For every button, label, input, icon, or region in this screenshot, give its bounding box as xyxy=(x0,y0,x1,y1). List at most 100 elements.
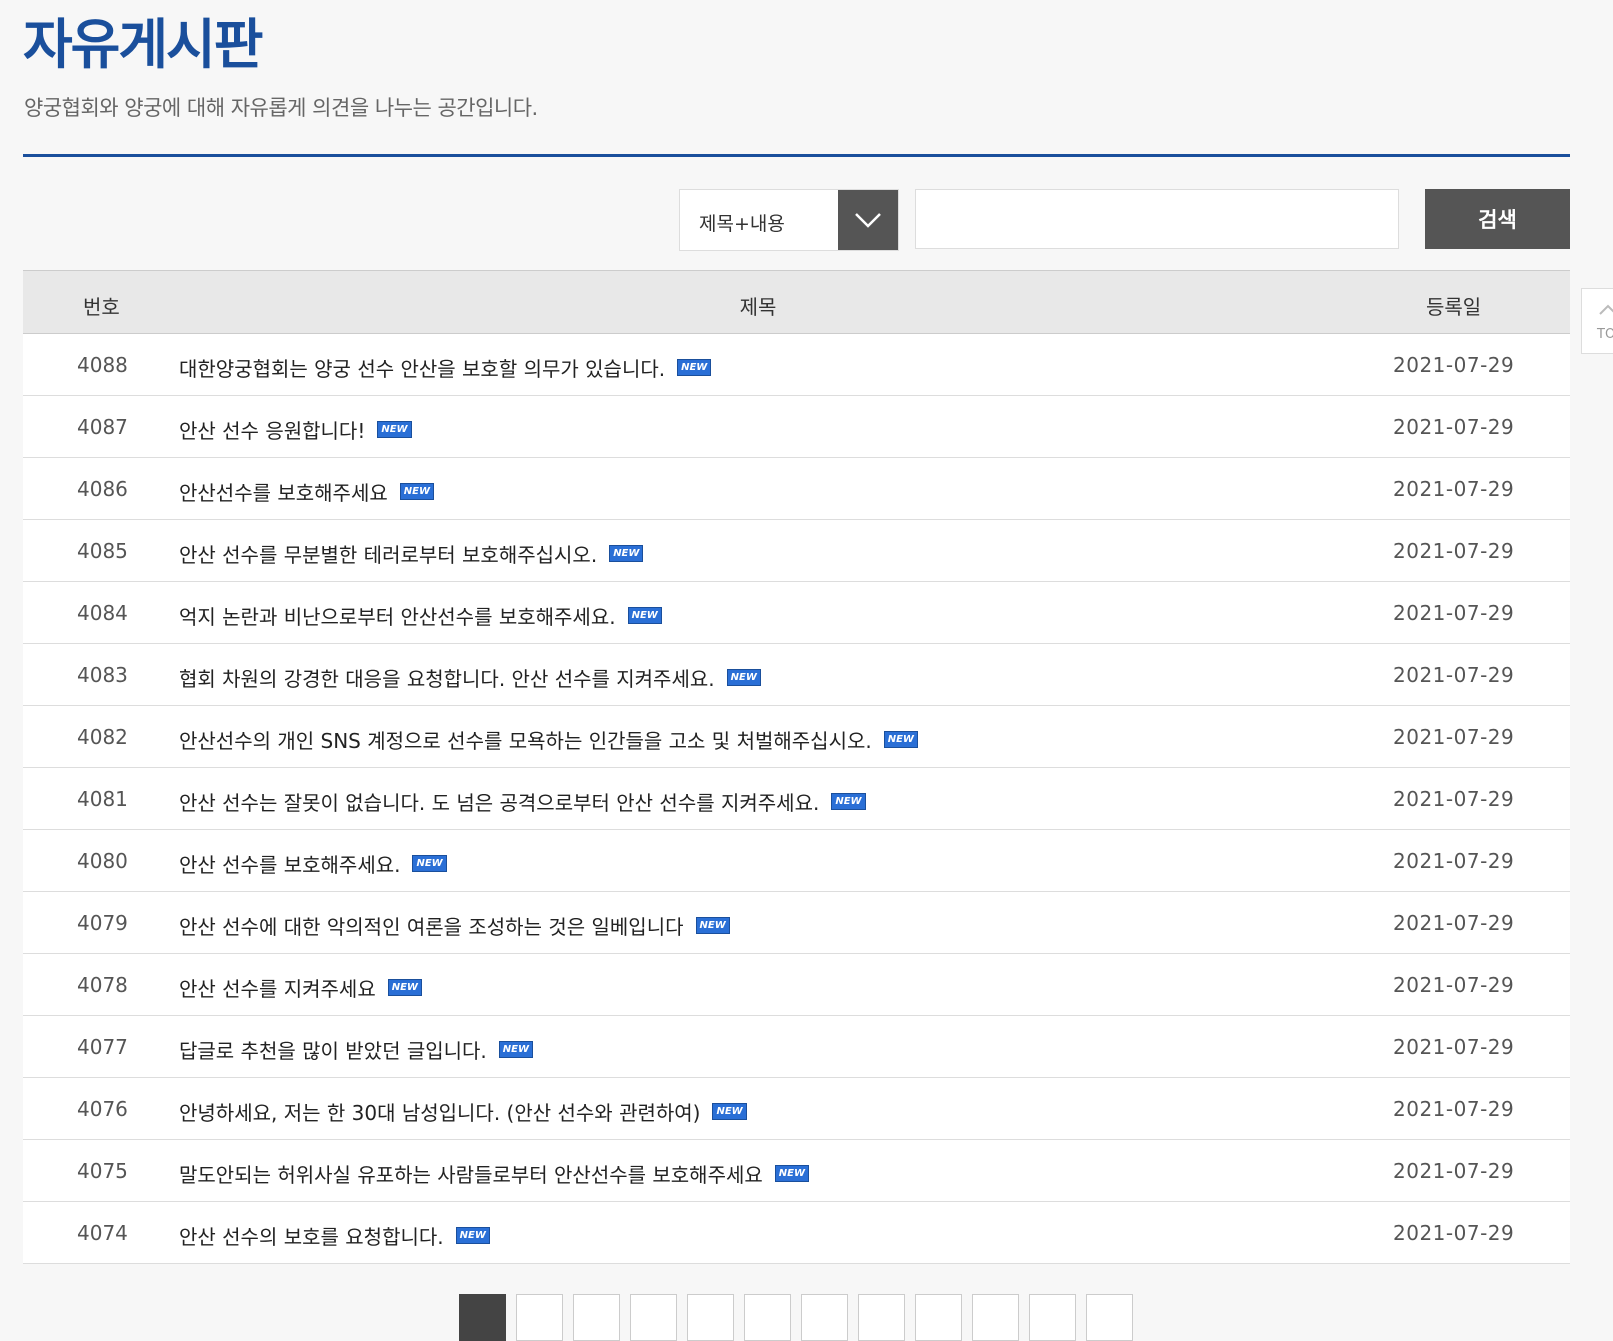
table-row[interactable]: 4083 협회 차원의 강경한 대응을 요청합니다. 안산 선수를 지켜주세요. N… xyxy=(23,644,1570,706)
row-date: 2021-07-29 xyxy=(1393,1035,1515,1059)
search-type-value: 제목+내용 xyxy=(699,213,785,235)
new-badge: NEW xyxy=(498,1041,534,1058)
row-date: 2021-07-29 xyxy=(1393,353,1515,377)
page-button[interactable] xyxy=(630,1294,677,1341)
row-number: 4084 xyxy=(77,601,128,625)
row-title-link[interactable]: 안산 선수를 지켜주세요 NEW xyxy=(179,973,422,1002)
row-title-text: 안산선수를 보호해주세요 xyxy=(179,481,388,505)
table-row[interactable]: 4077 답글로 추천을 많이 받았던 글입니다. NEW 2021-07-29 xyxy=(23,1016,1570,1078)
row-title-link[interactable]: 안산 선수는 잘못이 없습니다. 도 넘은 공격으로부터 안산 선수를 지켜주세… xyxy=(179,787,866,816)
page-button[interactable] xyxy=(915,1294,962,1341)
row-number: 4080 xyxy=(77,849,128,873)
new-badge: NEW xyxy=(883,731,918,748)
row-title-link[interactable]: 안산선수를 보호해주세요 NEW xyxy=(179,477,434,506)
row-number: 4083 xyxy=(77,663,128,687)
table-row[interactable]: 4085 안산 선수를 무분별한 테러로부터 보호해주십시오. NEW 2021-07… xyxy=(23,520,1570,582)
table-row[interactable]: 4078 안산 선수를 지켜주세요 NEW 2021-07-29 xyxy=(23,954,1570,1016)
table-row[interactable]: 4074 안산 선수의 보호를 요청합니다. NEW 2021-07-29 xyxy=(23,1202,1570,1264)
board-table: 번호 제목 등록일 4088 대한양궁협회는 양궁 선수 안산을 보호할 의무가 … xyxy=(23,270,1570,1264)
row-title-text: 안산 선수를 무분별한 테러로부터 보호해주십시오. xyxy=(179,543,598,567)
row-title-text: 억지 논란과 비난으로부터 안산선수를 보호해주세요. xyxy=(179,605,616,629)
row-title-text: 협회 차원의 강경한 대응을 요청합니다. 안산 선수를 지켜주세요. xyxy=(179,667,715,691)
chevron-up-icon xyxy=(1598,301,1613,320)
table-row[interactable]: 4087 안산 선수 응원합니다! NEW 2021-07-29 xyxy=(23,396,1570,458)
new-badge: NEW xyxy=(726,669,761,686)
page-button[interactable] xyxy=(972,1294,1019,1341)
row-title-link[interactable]: 안산 선수의 보호를 요청합니다. NEW xyxy=(179,1221,490,1250)
row-title-link[interactable]: 안녕하세요, 저는 한 30대 남성입니다. (안산 선수와 관련하여) NEW xyxy=(179,1097,747,1126)
page-button[interactable] xyxy=(687,1294,734,1341)
table-row[interactable]: 4086 안산선수를 보호해주세요 NEW 2021-07-29 xyxy=(23,458,1570,520)
row-number: 4086 xyxy=(77,477,128,501)
row-number: 4079 xyxy=(77,911,128,935)
search-input[interactable] xyxy=(915,189,1399,249)
page-button[interactable] xyxy=(1086,1294,1133,1341)
row-title-link[interactable]: 협회 차원의 강경한 대응을 요청합니다. 안산 선수를 지켜주세요. NEW xyxy=(179,663,761,692)
row-title-link[interactable]: 답글로 추천을 많이 받았던 글입니다. NEW xyxy=(179,1035,534,1064)
row-title-text: 안산 선수 응원합니다! xyxy=(179,419,366,443)
chevron-down-icon[interactable] xyxy=(838,190,898,250)
row-title-link[interactable]: 말도안되는 허위사실 유포하는 사람들로부터 안산선수를 보호해주세요 NEW xyxy=(179,1159,810,1188)
page-button[interactable] xyxy=(459,1294,506,1341)
row-number: 4075 xyxy=(77,1159,128,1183)
row-date: 2021-07-29 xyxy=(1393,1221,1515,1245)
table-row[interactable]: 4082 안산선수의 개인 SNS 계정으로 선수를 모욕하는 인간들을 고소 및… xyxy=(23,706,1570,768)
row-title-text: 답글로 추천을 많이 받았던 글입니다. xyxy=(179,1039,487,1063)
table-row[interactable]: 4076 안녕하세요, 저는 한 30대 남성입니다. (안산 선수와 관련하여)… xyxy=(23,1078,1570,1140)
new-badge: NEW xyxy=(609,545,644,562)
row-date: 2021-07-29 xyxy=(1393,1159,1515,1183)
row-title-text: 안산 선수를 보호해주세요. xyxy=(179,853,401,877)
row-title-text: 안산선수의 개인 SNS 계정으로 선수를 모욕하는 인간들을 고소 및 처벌해… xyxy=(179,729,872,753)
row-date: 2021-07-29 xyxy=(1393,415,1515,439)
row-number: 4078 xyxy=(77,973,128,997)
row-title-link[interactable]: 억지 논란과 비난으로부터 안산선수를 보호해주세요. NEW xyxy=(179,601,662,630)
new-badge: NEW xyxy=(387,979,422,996)
page-button[interactable] xyxy=(744,1294,791,1341)
table-header: 번호 제목 등록일 xyxy=(23,270,1570,334)
row-title-link[interactable]: 안산 선수 응원합니다! NEW xyxy=(179,415,412,444)
table-row[interactable]: 4079 안산 선수에 대한 악의적인 여론을 조성하는 것은 일베입니다 NEW 2… xyxy=(23,892,1570,954)
row-date: 2021-07-29 xyxy=(1393,601,1515,625)
table-row[interactable]: 4088 대한양궁협회는 양궁 선수 안산을 보호할 의무가 있습니다. NEW 20… xyxy=(23,334,1570,396)
new-badge: NEW xyxy=(677,359,712,376)
row-date: 2021-07-29 xyxy=(1393,663,1515,687)
new-badge: NEW xyxy=(455,1227,490,1244)
scroll-to-top-button[interactable]: TO xyxy=(1581,288,1613,354)
row-title-link[interactable]: 안산 선수를 보호해주세요. NEW xyxy=(179,849,447,878)
row-title-link[interactable]: 대한양궁협회는 양궁 선수 안산을 보호할 의무가 있습니다. NEW xyxy=(179,353,712,382)
page-button[interactable] xyxy=(1029,1294,1076,1341)
search-type-select[interactable]: 제목+내용 xyxy=(679,189,899,251)
row-date: 2021-07-29 xyxy=(1393,477,1515,501)
row-date: 2021-07-29 xyxy=(1393,539,1515,563)
row-title-text: 대한양궁협회는 양궁 선수 안산을 보호할 의무가 있습니다. xyxy=(179,357,666,381)
row-title-link[interactable]: 안산선수의 개인 SNS 계정으로 선수를 모욕하는 인간들을 고소 및 처벌해… xyxy=(179,725,918,754)
page-button[interactable] xyxy=(801,1294,848,1341)
table-row[interactable]: 4081 안산 선수는 잘못이 없습니다. 도 넘은 공격으로부터 안산 선수를 … xyxy=(23,768,1570,830)
row-number: 4082 xyxy=(77,725,128,749)
table-row[interactable]: 4084 억지 논란과 비난으로부터 안산선수를 보호해주세요. NEW 2021-0… xyxy=(23,582,1570,644)
row-title-text: 안산 선수를 지켜주세요 xyxy=(179,977,376,1001)
row-title-link[interactable]: 안산 선수를 무분별한 테러로부터 보호해주십시오. NEW xyxy=(179,539,644,568)
page-description: 양궁협회와 양궁에 대해 자유롭게 의견을 나누는 공간입니다. xyxy=(24,96,538,120)
row-date: 2021-07-29 xyxy=(1393,911,1515,935)
new-badge: NEW xyxy=(695,917,730,934)
row-title-link[interactable]: 안산 선수에 대한 악의적인 여론을 조성하는 것은 일베입니다 NEW xyxy=(179,911,730,940)
new-badge: NEW xyxy=(712,1103,747,1120)
row-title-text: 말도안되는 허위사실 유포하는 사람들로부터 안산선수를 보호해주세요 xyxy=(179,1163,763,1187)
column-header-title: 제목 xyxy=(739,295,777,319)
page-button[interactable] xyxy=(516,1294,563,1341)
table-row[interactable]: 4080 안산 선수를 보호해주세요. NEW 2021-07-29 xyxy=(23,830,1570,892)
page-button[interactable] xyxy=(858,1294,905,1341)
page-button[interactable] xyxy=(573,1294,620,1341)
search-button[interactable]: 검색 xyxy=(1425,189,1570,249)
row-number: 4081 xyxy=(77,787,128,811)
new-badge: NEW xyxy=(412,855,447,872)
row-title-text: 안산 선수는 잘못이 없습니다. 도 넘은 공격으로부터 안산 선수를 지켜주세… xyxy=(179,791,820,815)
new-badge: NEW xyxy=(774,1165,810,1182)
row-number: 4085 xyxy=(77,539,128,563)
table-row[interactable]: 4075 말도안되는 허위사실 유포하는 사람들로부터 안산선수를 보호해주세요 N… xyxy=(23,1140,1570,1202)
title-divider xyxy=(23,154,1570,157)
column-header-date: 등록일 xyxy=(1426,295,1482,319)
new-badge: NEW xyxy=(627,607,662,624)
row-date: 2021-07-29 xyxy=(1393,973,1515,997)
